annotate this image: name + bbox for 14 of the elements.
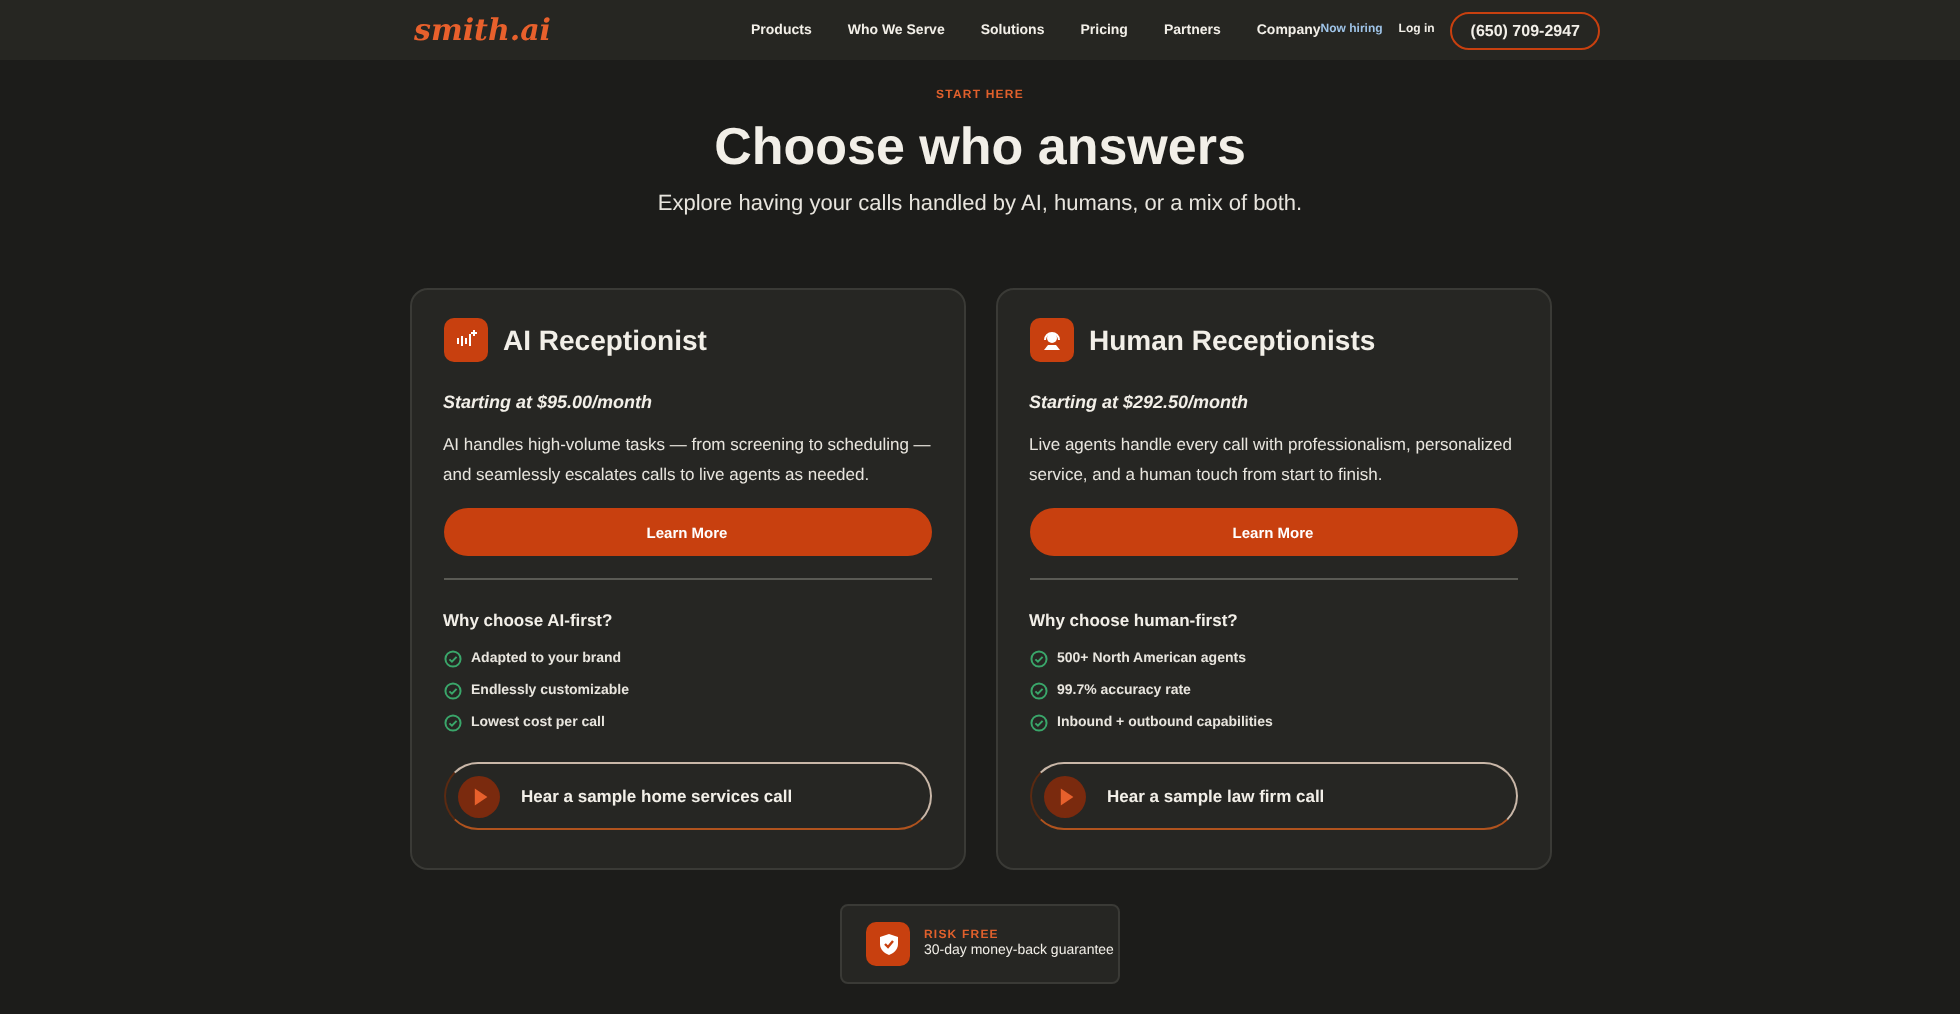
logo[interactable]: smith.ai	[414, 12, 551, 48]
why-heading: Why choose AI-first?	[443, 610, 615, 630]
card-description: AI handles high-volume tasks — from screening to scheduling — and seamlessly escalates calls to live agents as needed.	[443, 432, 931, 488]
price-text: Starting at $95.00/month	[443, 392, 655, 412]
page-subtitle: Explore having your calls handled by AI, humans, or a mix of both.	[657, 192, 1303, 216]
sample-call-button[interactable]: Hear a sample home services call	[443, 762, 931, 830]
card-title: AI Receptionist	[503, 324, 707, 356]
why-heading: Why choose human-first?	[1029, 610, 1240, 630]
card-title: Human Receptionists	[1089, 324, 1376, 356]
phone-button[interactable]: (650) 709-2947	[1450, 11, 1600, 49]
sample-call-button[interactable]: Hear a sample law firm call	[1029, 762, 1517, 830]
page-title: Choose who answers	[714, 116, 1246, 178]
price-text: Starting at $292.50/month	[1029, 392, 1251, 412]
card-description: Live agents handle every call with professionalism, personalized service, and a human touch from start to finish.	[1029, 432, 1514, 488]
